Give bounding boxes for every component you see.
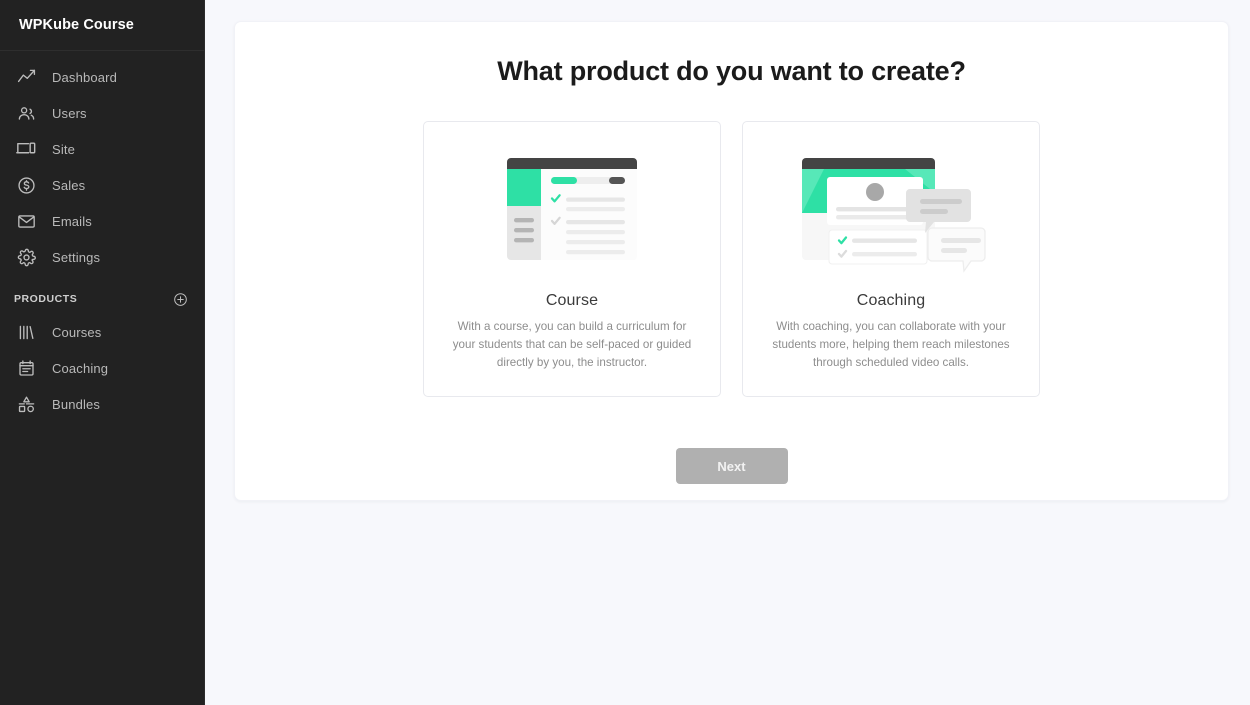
product-type-panel: What product do you want to create? Cour… xyxy=(234,21,1229,501)
books-icon xyxy=(14,321,38,343)
product-card-coaching[interactable]: Coaching With coaching, you can collabor… xyxy=(742,121,1040,397)
product-card-description: With a course, you can build a curriculu… xyxy=(452,320,692,369)
sidebar-item-site[interactable]: Site xyxy=(0,131,204,167)
main-content: What product do you want to create? Cour… xyxy=(205,0,1250,705)
products-section-title: PRODUCTS xyxy=(14,293,78,305)
course-illustration xyxy=(497,138,647,286)
product-card-description: With coaching, you can collaborate with … xyxy=(772,320,1010,369)
sidebar-item-coaching[interactable]: Coaching xyxy=(0,350,204,386)
users-icon xyxy=(14,102,38,124)
sidebar-item-bundles[interactable]: Bundles xyxy=(0,386,204,422)
shapes-icon xyxy=(14,393,38,415)
sidebar: WPKube Course Dashboard Users Site Sales xyxy=(0,0,205,705)
sidebar-item-label: Bundles xyxy=(52,396,101,412)
primary-nav: Dashboard Users Site Sales Emails Settin… xyxy=(0,51,204,422)
next-button[interactable]: Next xyxy=(675,448,788,484)
sidebar-item-label: Courses xyxy=(52,324,102,340)
sidebar-item-label: Users xyxy=(52,105,87,121)
product-card-title: Course xyxy=(545,292,599,309)
gear-icon xyxy=(14,246,38,268)
products-section-header: PRODUCTS xyxy=(0,284,204,314)
sidebar-item-label: Emails xyxy=(52,213,92,229)
sidebar-item-label: Sales xyxy=(52,177,86,193)
sidebar-item-label: Dashboard xyxy=(52,69,117,85)
envelope-icon xyxy=(14,210,38,232)
sidebar-item-users[interactable]: Users xyxy=(0,95,204,131)
sidebar-item-label: Site xyxy=(52,141,76,157)
dollar-circle-icon xyxy=(14,174,38,196)
sidebar-item-courses[interactable]: Courses xyxy=(0,314,204,350)
product-card-title: Coaching xyxy=(856,292,926,309)
product-card-list: Course With a course, you can build a cu… xyxy=(423,121,1040,397)
sidebar-item-sales[interactable]: Sales xyxy=(0,167,204,203)
sidebar-item-label: Coaching xyxy=(52,360,109,376)
devices-icon xyxy=(14,138,38,160)
page-title: What product do you want to create? xyxy=(497,56,966,86)
brand-title: WPKube Course xyxy=(0,0,204,51)
sidebar-item-dashboard[interactable]: Dashboard xyxy=(0,59,204,95)
chart-line-icon xyxy=(14,66,38,88)
plus-circle-icon[interactable] xyxy=(173,292,188,307)
sidebar-item-settings[interactable]: Settings xyxy=(0,239,204,275)
coaching-illustration xyxy=(794,138,989,286)
notepad-icon xyxy=(14,357,38,379)
sidebar-item-emails[interactable]: Emails xyxy=(0,203,204,239)
sidebar-item-label: Settings xyxy=(52,249,101,265)
product-card-course[interactable]: Course With a course, you can build a cu… xyxy=(423,121,721,397)
